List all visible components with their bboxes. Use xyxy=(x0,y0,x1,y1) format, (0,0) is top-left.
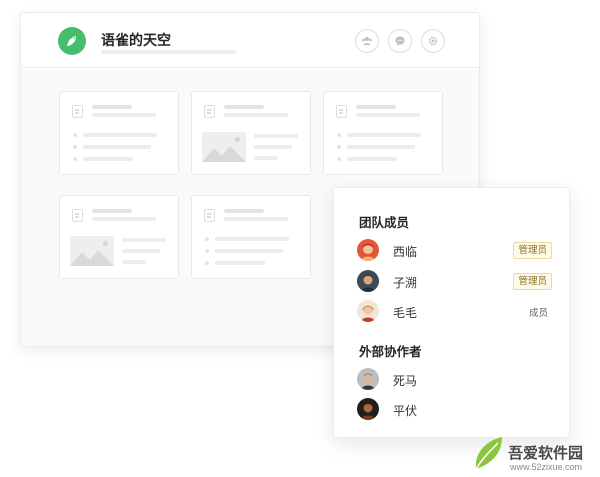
doc-card[interactable] xyxy=(59,195,179,279)
document-icon xyxy=(72,105,83,118)
document-icon xyxy=(204,105,215,118)
avatar xyxy=(357,239,379,261)
member-row[interactable]: 毛毛 成员 xyxy=(357,300,552,322)
app-header: 语雀的天空 xyxy=(21,13,479,68)
settings-button[interactable] xyxy=(421,29,445,53)
chat-button[interactable] xyxy=(388,29,412,53)
avatar xyxy=(357,300,379,322)
bird-icon xyxy=(67,36,76,46)
document-icon xyxy=(72,209,83,222)
leaf-logo-icon xyxy=(475,437,502,470)
member-name: 平伏 xyxy=(393,404,418,418)
avatar xyxy=(357,368,379,390)
member-row[interactable]: 西临 管理员 xyxy=(357,239,552,261)
doc-card[interactable] xyxy=(323,91,443,175)
watermark-brand: 吾爱软件园 xyxy=(508,445,584,462)
member-name: 毛毛 xyxy=(393,306,418,320)
image-placeholder-icon xyxy=(202,132,246,162)
doc-card[interactable] xyxy=(59,91,179,175)
yuque-logo[interactable] xyxy=(58,27,86,55)
collaborators-title: 外部协作者 xyxy=(359,345,422,359)
title-underline xyxy=(101,50,236,54)
document-icon xyxy=(204,209,215,222)
avatar xyxy=(357,398,379,420)
role-badge: 管理员 xyxy=(513,242,552,259)
watermark-url: www.52zixue.com xyxy=(510,462,583,472)
doc-card[interactable] xyxy=(191,91,311,175)
team-members-title: 团队成员 xyxy=(359,216,410,230)
doc-card[interactable] xyxy=(191,195,311,279)
member-name: 子溯 xyxy=(393,276,418,290)
member-name: 死马 xyxy=(393,374,418,388)
member-name: 西临 xyxy=(393,245,418,259)
members-button[interactable] xyxy=(355,29,379,53)
avatar xyxy=(357,270,379,292)
role-badge: 管理员 xyxy=(513,273,552,290)
members-panel: 团队成员 西临 管理员 子溯 管理员 毛毛 成员 外部协作者 死马 平伏 xyxy=(333,187,570,438)
collaborator-row[interactable]: 死马 xyxy=(357,368,552,390)
space-title: 语雀的天空 xyxy=(101,32,171,48)
chat-icon xyxy=(395,36,405,46)
gear-icon xyxy=(428,36,438,46)
members-icon xyxy=(362,37,372,45)
image-placeholder-icon xyxy=(70,236,114,266)
watermark: 吾爱软件园 www.52zixue.com xyxy=(470,415,598,475)
role-label: 成员 xyxy=(528,308,548,319)
member-row[interactable]: 子溯 管理员 xyxy=(357,270,552,292)
document-icon xyxy=(336,105,347,118)
